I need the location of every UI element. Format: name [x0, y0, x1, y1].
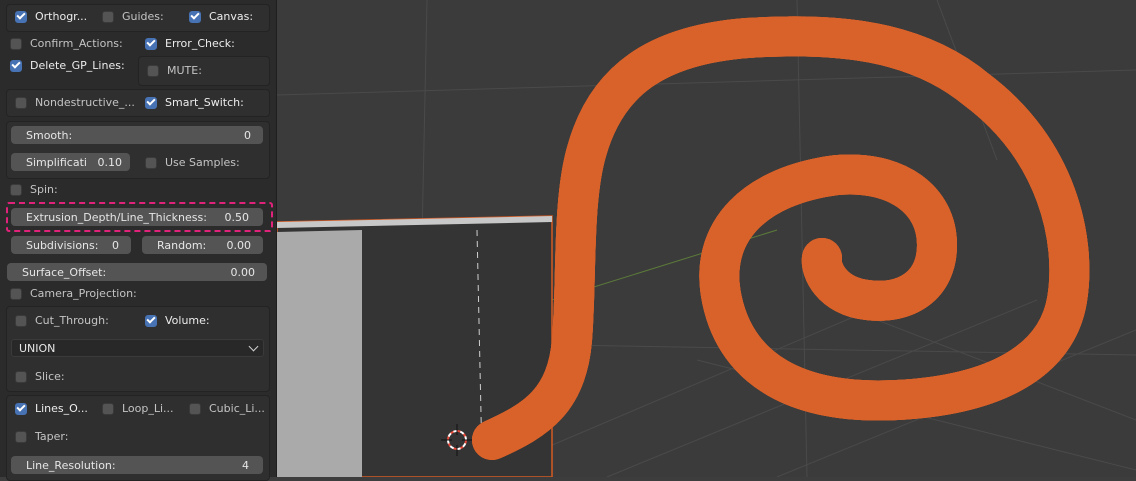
- spiral-mesh[interactable]: [472, 36, 1069, 460]
- random-label: Random:: [157, 238, 207, 252]
- camera-projection-checkbox[interactable]: Camera_Projection:: [10, 287, 137, 300]
- taper-label: Taper:: [35, 430, 69, 443]
- smart-switch-checkbox[interactable]: Smart_Switch:: [145, 96, 244, 109]
- checkbox-icon: [102, 10, 114, 23]
- cubic-li-label: Cubic_Li...: [209, 402, 265, 415]
- checkbox-icon: [189, 10, 201, 23]
- nondestructive-checkbox[interactable]: Nondestructive_...: [15, 96, 135, 109]
- checkbox-icon: [15, 430, 27, 443]
- subdivisions-value: 0: [112, 238, 119, 252]
- slice-checkbox[interactable]: Slice:: [15, 370, 65, 383]
- spin-checkbox[interactable]: Spin:: [10, 183, 58, 196]
- simplify-label: Simplificati: [26, 155, 87, 169]
- checkbox-icon: [10, 287, 22, 300]
- error-check-checkbox[interactable]: Error_Check:: [145, 37, 235, 50]
- random-value: 0.00: [226, 238, 252, 252]
- 3d-viewport[interactable]: [277, 0, 1136, 477]
- delete-gp-lines-checkbox[interactable]: Delete_GP_Lines:: [10, 59, 125, 72]
- line-resolution-field[interactable]: Line_Resolution: 4: [11, 456, 263, 474]
- cubic-li-checkbox[interactable]: Cubic_Li...: [189, 402, 265, 415]
- nondestructive-label: Nondestructive_...: [35, 96, 135, 109]
- orthographic-label: Orthogr...: [35, 10, 88, 23]
- lines-o-checkbox[interactable]: Lines_O...: [15, 402, 88, 415]
- mute-label: MUTE:: [167, 64, 202, 77]
- viewport-canvas[interactable]: [277, 0, 1136, 477]
- smart-switch-label: Smart_Switch:: [165, 96, 244, 109]
- checkbox-icon: [145, 96, 157, 109]
- subdivisions-field[interactable]: Subdivisions: 0: [11, 236, 131, 254]
- boolean-mode-value: UNION: [19, 341, 56, 355]
- checkbox-icon: [147, 64, 159, 77]
- use-samples-label: Use Samples:: [165, 156, 240, 169]
- orthographic-checkbox[interactable]: Orthogr...: [15, 10, 87, 23]
- delete-gp-lines-label: Delete_GP_Lines:: [30, 59, 125, 72]
- lines-o-label: Lines_O...: [35, 402, 88, 415]
- spin-label: Spin:: [30, 183, 58, 196]
- smooth-field[interactable]: Smooth: 0: [11, 126, 263, 144]
- volume-checkbox[interactable]: Volume:: [145, 314, 210, 327]
- simplify-value: 0.10: [97, 155, 123, 169]
- guides-label: Guides:: [122, 10, 164, 23]
- surface-offset-field[interactable]: Surface_Offset: 0.00: [7, 263, 267, 281]
- loop-li-checkbox[interactable]: Loop_Li...: [102, 402, 174, 415]
- checkbox-icon: [10, 37, 22, 50]
- subdivisions-label: Subdivisions:: [26, 238, 99, 252]
- surface-offset-value: 0.00: [230, 265, 256, 279]
- checkbox-icon: [15, 370, 27, 383]
- use-samples-checkbox[interactable]: Use Samples:: [145, 156, 240, 169]
- canvas-checkbox[interactable]: Canvas:: [189, 10, 253, 23]
- checkbox-icon: [15, 96, 27, 109]
- confirm-actions-checkbox[interactable]: Confirm_Actions:: [10, 37, 123, 50]
- checkbox-icon: [10, 59, 22, 72]
- checkbox-icon: [145, 37, 157, 50]
- mute-checkbox[interactable]: MUTE:: [147, 64, 202, 77]
- cut-through-checkbox[interactable]: Cut_Through:: [15, 314, 109, 327]
- confirm-actions-label: Confirm_Actions:: [30, 37, 123, 50]
- checkbox-icon: [145, 156, 157, 169]
- line-resolution-value: 4: [242, 458, 249, 472]
- highlight-box: [6, 202, 273, 232]
- tool-settings-panel: Orthogr... Guides: Canvas: Confirm_Actio…: [0, 0, 277, 481]
- error-check-label: Error_Check:: [165, 37, 235, 50]
- surface-offset-label: Surface_Offset:: [22, 265, 107, 279]
- cut-through-label: Cut_Through:: [35, 314, 109, 327]
- volume-label: Volume:: [165, 314, 210, 327]
- checkbox-icon: [102, 402, 114, 415]
- slice-label: Slice:: [35, 370, 65, 383]
- loop-li-label: Loop_Li...: [122, 402, 174, 415]
- checkbox-icon: [145, 314, 157, 327]
- checkbox-icon: [15, 10, 27, 23]
- line-resolution-label: Line_Resolution:: [26, 458, 116, 472]
- taper-checkbox[interactable]: Taper:: [15, 430, 68, 443]
- checkbox-icon: [10, 183, 22, 196]
- smooth-label: Smooth:: [26, 128, 73, 142]
- simplify-field[interactable]: Simplificati 0.10: [11, 153, 130, 171]
- guides-checkbox[interactable]: Guides:: [102, 10, 164, 23]
- smooth-value: 0: [244, 128, 251, 142]
- checkbox-icon: [189, 402, 201, 415]
- checkbox-icon: [15, 314, 27, 327]
- boolean-mode-dropdown[interactable]: UNION: [11, 339, 264, 357]
- canvas-label: Canvas:: [209, 10, 254, 23]
- random-field[interactable]: Random: 0.00: [142, 236, 263, 254]
- checkbox-icon: [15, 402, 27, 415]
- camera-projection-label: Camera_Projection:: [30, 287, 137, 300]
- chevron-down-icon: [248, 341, 259, 351]
